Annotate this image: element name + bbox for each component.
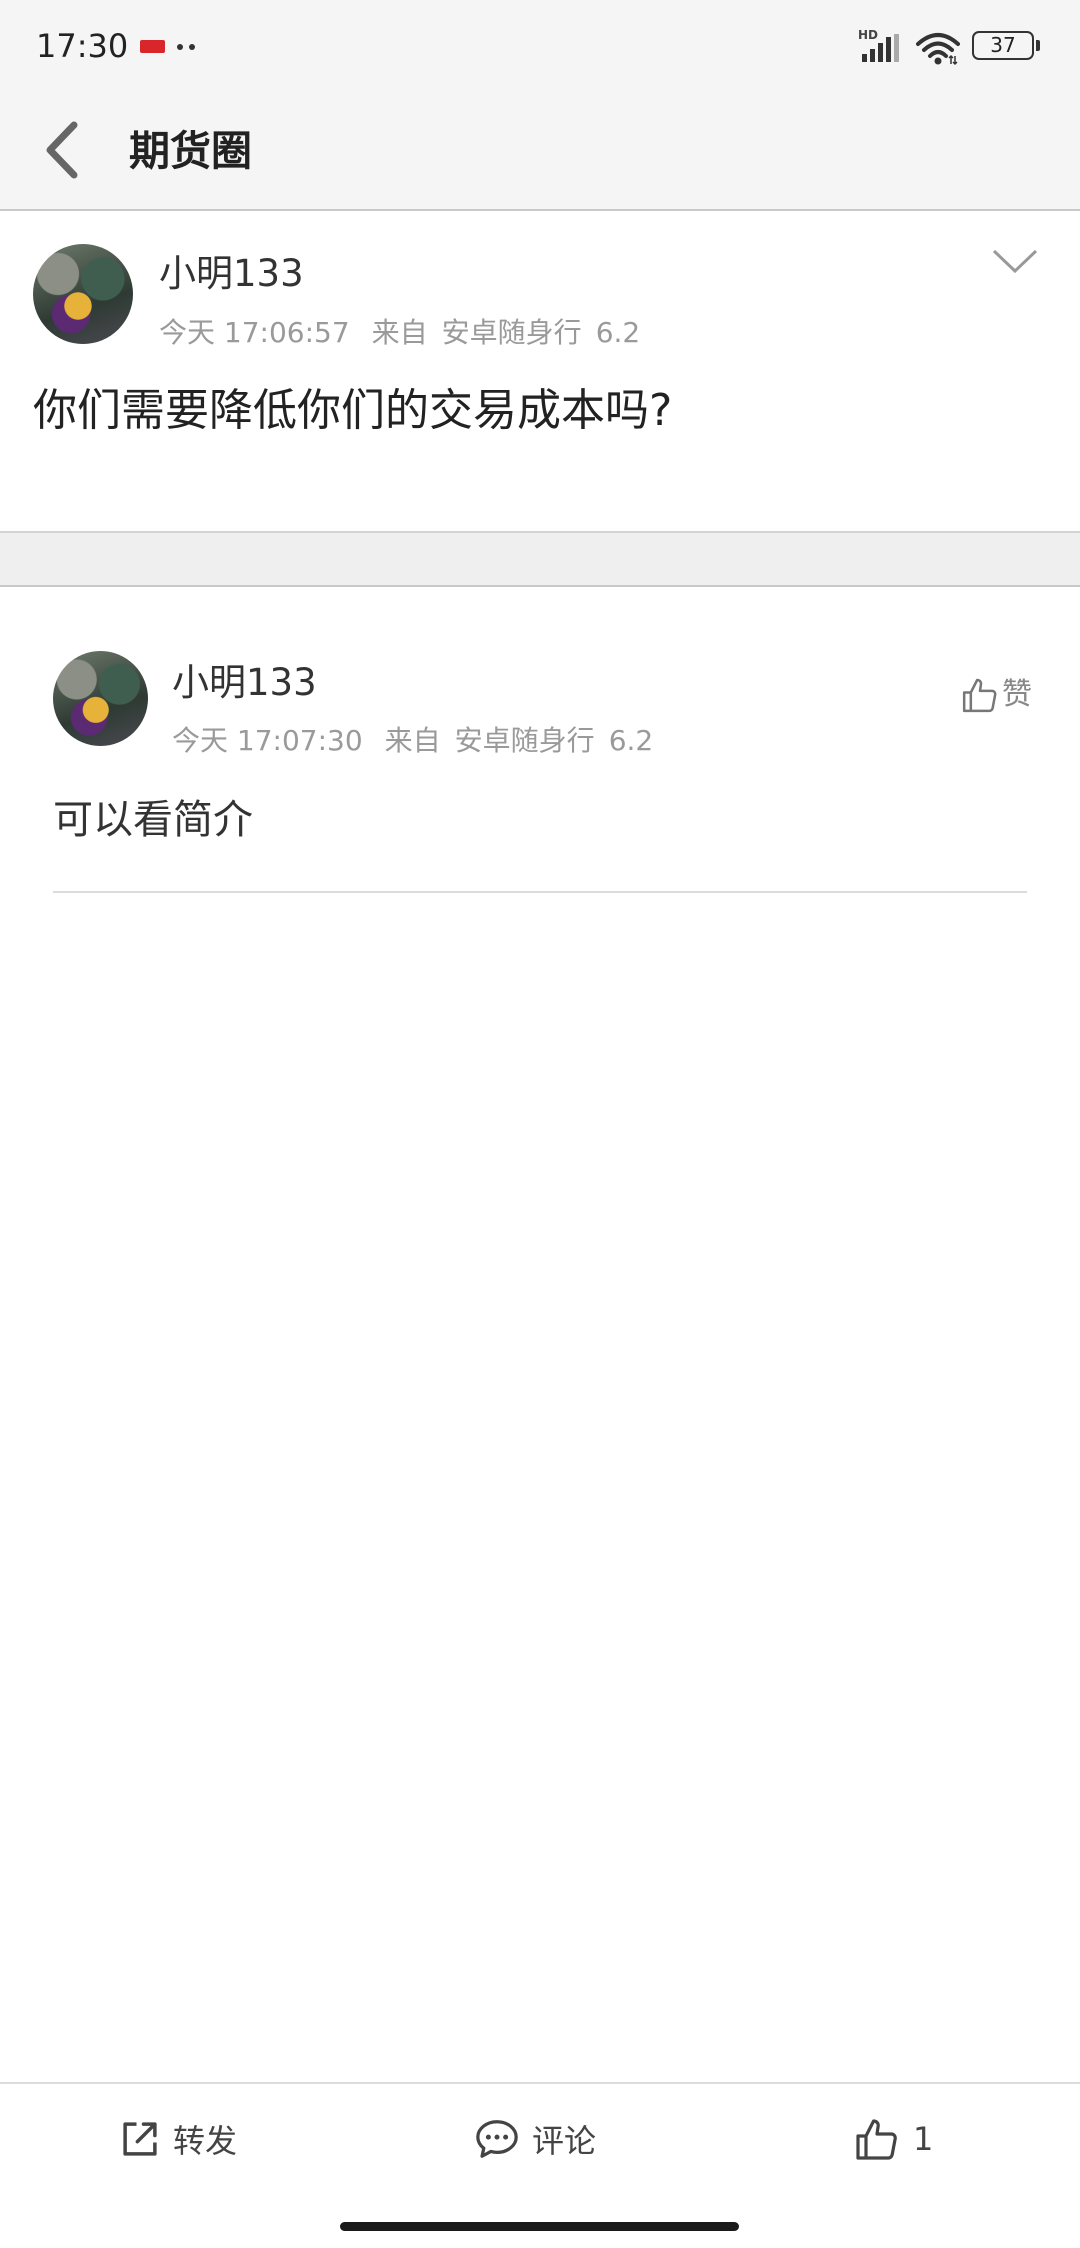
comment-meta: 今天 17:07:30 来自 安卓随身行 6.2 [172, 724, 653, 758]
notification-dot-icon [177, 44, 183, 50]
share-button[interactable]: 转发 [119, 2114, 237, 2164]
chevron-left-icon[interactable] [40, 119, 86, 181]
comment-time: 今天 17:07:30 [172, 724, 363, 757]
status-bar: 17:30 HD 37 [0, 0, 1080, 93]
comment-author[interactable]: 小明133 [172, 661, 317, 705]
signal-icon [862, 34, 899, 62]
avatar[interactable] [33, 244, 133, 344]
like-count: 1 [913, 2120, 934, 2158]
battery-level: 37 [990, 33, 1016, 57]
notification-flag-icon [140, 40, 165, 53]
comment-version: 6.2 [608, 724, 654, 757]
post-source: 安卓随身行 [441, 316, 582, 349]
post-source-prefix: 来自 [371, 316, 428, 349]
comment-button[interactable]: 评论 [474, 2114, 596, 2164]
thumbs-up-icon [962, 678, 997, 713]
section-separator [0, 531, 1080, 587]
app-header: 期货圈 [0, 93, 1080, 211]
page-title: 期货圈 [129, 127, 252, 175]
battery-cap [1036, 40, 1040, 51]
post-author[interactable]: 小明133 [159, 252, 304, 296]
wifi-icon [916, 33, 960, 66]
home-indicator[interactable] [340, 2222, 739, 2231]
status-time: 17:30 [36, 27, 129, 65]
comment-source: 安卓随身行 [454, 724, 595, 757]
comment-source-prefix: 来自 [384, 724, 441, 757]
comment-icon [476, 2120, 518, 2158]
divider [53, 891, 1027, 893]
chevron-down-icon[interactable] [992, 248, 1038, 274]
post-content: 你们需要降低你们的交易成本吗? [33, 385, 673, 436]
post-time: 今天 17:06:57 [159, 316, 350, 349]
post-meta: 今天 17:06:57 来自 安卓随身行 6.2 [159, 316, 640, 350]
like-button[interactable]: 1 [853, 2114, 933, 2164]
share-label: 转发 [173, 2122, 238, 2160]
notification-dot-icon [189, 44, 195, 50]
battery-icon: 37 [972, 31, 1034, 60]
comment-label: 评论 [532, 2122, 597, 2160]
comment-like-button[interactable]: 赞 [960, 674, 1032, 716]
thumbs-up-icon [856, 2119, 897, 2160]
share-icon [123, 2122, 157, 2156]
comment-content: 可以看简介 [53, 797, 253, 843]
post-version: 6.2 [595, 316, 641, 349]
comment-like-label: 赞 [1002, 677, 1032, 712]
avatar[interactable] [53, 651, 148, 746]
